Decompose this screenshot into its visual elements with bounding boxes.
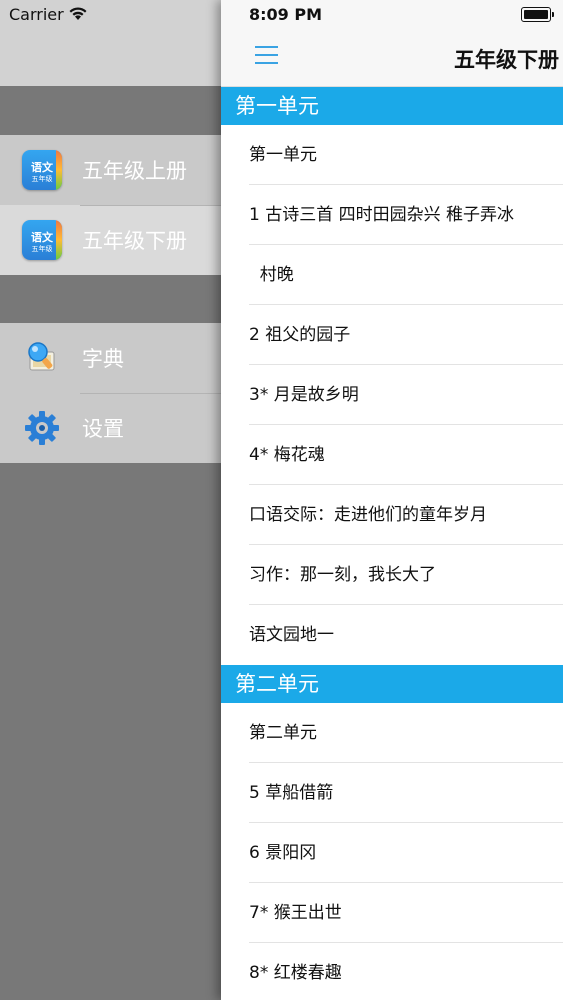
menu-item-label: 五年级下册	[82, 229, 187, 253]
list-item[interactable]: 村晚	[221, 245, 563, 305]
menu-item-label: 设置	[82, 417, 124, 441]
list-item[interactable]: 习作：那一刻，我长大了	[221, 545, 563, 605]
list-item[interactable]: 语文园地一	[221, 605, 563, 665]
gear-icon	[22, 408, 62, 448]
status-time: 8:09 PM	[249, 5, 323, 24]
list-item[interactable]: 第二单元	[221, 703, 563, 763]
list-item[interactable]: 3* 月是故乡明	[221, 365, 563, 425]
list-item[interactable]: 2 祖父的园子	[221, 305, 563, 365]
textbook-icon: 语文 五年级	[22, 150, 62, 190]
list-item[interactable]: 4* 梅花魂	[221, 425, 563, 485]
list-item[interactable]: 7* 猴王出世	[221, 883, 563, 943]
menu-item-grade5-vol2[interactable]: 语文 五年级 五年级下册	[0, 205, 221, 275]
section-header: 第二单元	[221, 665, 563, 703]
content-panel: 8:09 PM 五年级下册 第一单元 第一单元 1 古诗三首 四时田园杂兴 稚子…	[221, 0, 563, 1000]
list-item[interactable]: 1 古诗三首 四时田园杂兴 稚子弄冰	[221, 185, 563, 245]
hamburger-icon[interactable]	[255, 46, 278, 64]
carrier-label: Carrier	[9, 5, 64, 24]
list-item[interactable]: 8* 红楼春趣	[221, 943, 563, 1000]
page-title: 五年级下册	[454, 48, 559, 72]
textbook-icon: 语文 五年级	[22, 220, 62, 260]
tools-menu: 字典 设置	[0, 323, 221, 463]
battery-icon	[521, 7, 554, 22]
drawer-status-bar: Carrier	[0, 0, 221, 86]
menu-item-dictionary[interactable]: 字典	[0, 323, 221, 393]
book-menu: 语文 五年级 五年级上册 语文 五年级 五年级下册	[0, 135, 221, 275]
navigation-bar: 8:09 PM 五年级下册	[221, 0, 563, 87]
list-item[interactable]: 6 景阳冈	[221, 823, 563, 883]
dictionary-icon	[22, 338, 62, 378]
menu-item-grade5-vol1[interactable]: 语文 五年级 五年级上册	[0, 135, 221, 205]
menu-item-label: 五年级上册	[82, 159, 187, 183]
menu-item-label: 字典	[82, 347, 124, 371]
list-item[interactable]: 口语交际：走进他们的童年岁月	[221, 485, 563, 545]
side-drawer: Carrier 语文 五年级 五年级上册 语文 五年级 五年级下册 字典 设置	[0, 0, 221, 1000]
section-header: 第一单元	[221, 87, 563, 125]
list-item[interactable]: 5 草船借箭	[221, 763, 563, 823]
menu-item-settings[interactable]: 设置	[0, 393, 221, 463]
list-item[interactable]: 第一单元	[221, 125, 563, 185]
wifi-icon	[69, 7, 87, 20]
lesson-list[interactable]: 第一单元 第一单元 1 古诗三首 四时田园杂兴 稚子弄冰 村晚 2 祖父的园子 …	[221, 87, 563, 1000]
